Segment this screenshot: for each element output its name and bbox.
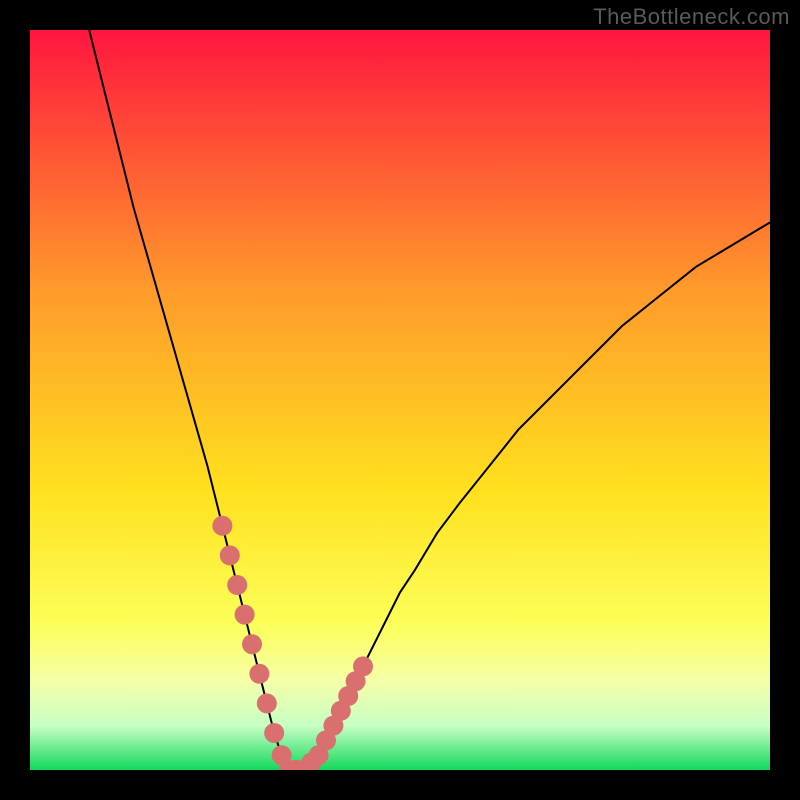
sweet-spot-dot [242,634,262,654]
sweet-spot-dot [220,545,240,565]
sweet-spot-dot [353,656,373,676]
sweet-spot-dot [264,723,284,743]
sweet-spot-dot [235,605,255,625]
sweet-spot-dot [249,664,269,684]
chart-svg [30,30,770,770]
sweet-spot-dot [212,516,232,536]
sweet-spot-dot [227,575,247,595]
plot-area [30,30,770,770]
gradient-background [30,30,770,770]
sweet-spot-dot [257,693,277,713]
chart-frame: TheBottleneck.com [0,0,800,800]
watermark-text: TheBottleneck.com [593,4,790,30]
